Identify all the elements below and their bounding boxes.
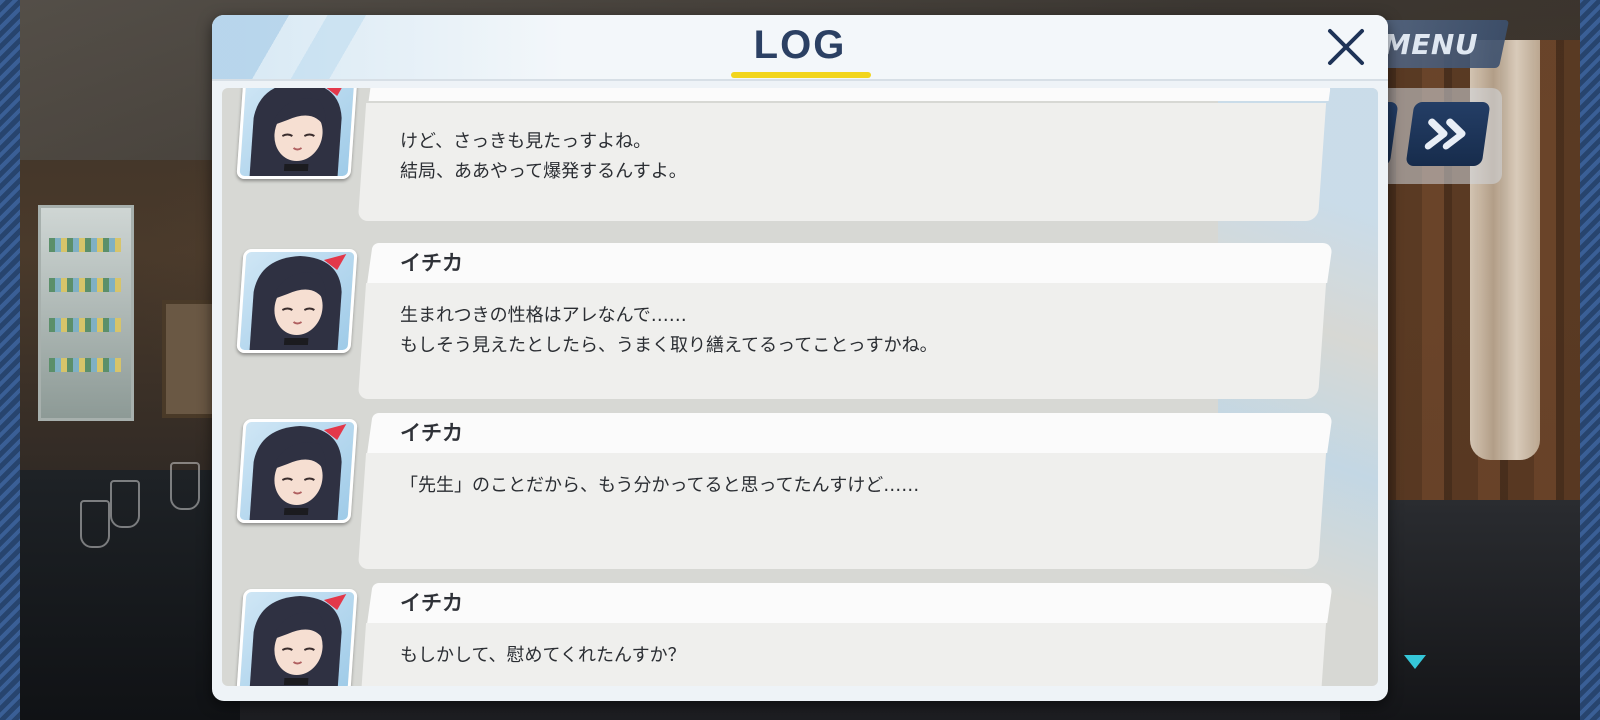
message-line: 「先生」のことだから、もう分かってると思ってたんすけど…… [400, 475, 920, 496]
fast-forward-button[interactable] [1405, 102, 1491, 166]
avatar [236, 589, 358, 686]
log-entry: イチカ 生まれつきの性格はアレなんで…… もしそう見えたとしたら、うまく取り繕え… [222, 243, 1378, 399]
message-line: 結局、ああやって爆発するんすよ。 [400, 161, 687, 182]
wine-glass [110, 480, 140, 528]
wine-glass [80, 500, 110, 548]
log-dialog: LOG けど、さっきも見たっすよね。 結局、ああやって爆発するんすよ。 イチカ … [212, 15, 1388, 701]
namebar [367, 243, 1333, 283]
message-line: もしかして、慰めてくれたんすか？ [400, 645, 686, 666]
wine-glass [170, 462, 200, 510]
close-button[interactable] [1324, 25, 1368, 69]
log-entry: けど、さっきも見たっすよね。 結局、ああやって爆発するんすよ。 [222, 88, 1378, 237]
page-title: LOG [753, 23, 847, 67]
fast-forward-icon [1424, 118, 1466, 150]
menu-label: MENU [1383, 27, 1479, 61]
dialog-header: LOG [212, 15, 1388, 81]
log-entry: イチカ 「先生」のことだから、もう分かってると思ってたんすけど…… [222, 413, 1378, 569]
namebar [367, 583, 1333, 623]
avatar [236, 249, 358, 353]
close-icon [1328, 29, 1364, 65]
down-triangle-icon [1404, 655, 1426, 669]
message-line: けど、さっきも見たっすよね。 [400, 131, 652, 152]
title-underline [731, 72, 871, 78]
avatar [236, 419, 358, 523]
drinks-fridge [38, 205, 134, 421]
namebar [368, 88, 1332, 101]
log-list[interactable]: けど、さっきも見たっすよね。 結局、ああやって爆発するんすよ。 イチカ 生まれつ… [222, 88, 1378, 686]
speaker-name: イチカ [400, 421, 463, 445]
namebar [367, 413, 1333, 453]
speaker-name: イチカ [400, 251, 463, 275]
message-line: もしそう見えたとしたら、うまく取り繕えてるってことっすかね。 [400, 335, 938, 356]
avatar [236, 88, 358, 179]
message-line: 生まれつきの性格はアレなんで…… [400, 305, 687, 326]
speaker-name: イチカ [400, 591, 463, 615]
log-entry: イチカ もしかして、慰めてくれたんすか？ [222, 583, 1378, 686]
